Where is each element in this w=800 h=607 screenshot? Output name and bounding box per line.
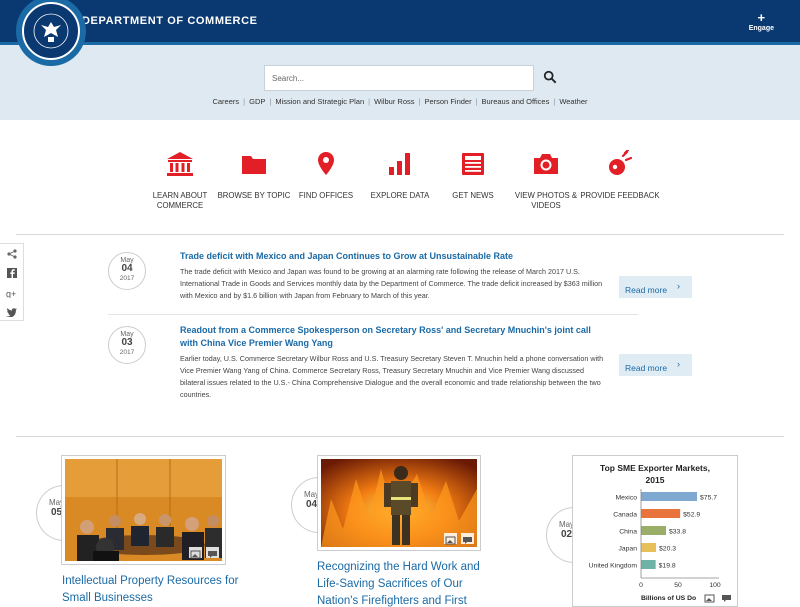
engage-label: Engage — [748, 25, 774, 32]
chart-bar — [641, 526, 667, 535]
chart-bar — [641, 560, 656, 569]
nav-label: FIND OFFICES — [298, 191, 354, 200]
search-input[interactable] — [264, 65, 534, 91]
comment-icon — [461, 533, 474, 544]
news-summary: Earlier today, U.S. Commerce Secretary W… — [180, 354, 604, 399]
chart-category-label: Japan — [618, 546, 637, 553]
media-type-icons — [189, 547, 219, 559]
chart-card-image[interactable]: Top SME Exporter Markets, 2015 Mexico $75… — [572, 455, 738, 607]
exporter-markets-chart: Top SME Exporter Markets, 2015 Mexico $75… — [573, 456, 737, 606]
nav-browse-topic[interactable]: BROWSE BY TOPIC — [214, 150, 294, 201]
quicklink-careers[interactable]: Careers — [208, 97, 243, 106]
nav-find-offices[interactable]: FIND OFFICES — [286, 150, 366, 201]
meeting-image — [65, 459, 222, 561]
search-icon — [543, 70, 557, 84]
chart-bar — [641, 509, 681, 518]
facebook-icon — [6, 268, 17, 279]
chart-bar — [641, 543, 657, 552]
chart-x-axis-label: Billions of US Do — [641, 595, 696, 602]
nav-label: LEARN ABOUT COMMERCE — [152, 191, 208, 210]
photo-icon — [703, 591, 716, 603]
plus-icon: + — [757, 10, 766, 25]
engage-button[interactable]: + Engage — [748, 10, 774, 32]
chart-x-tick-label: 0 — [639, 582, 643, 589]
nav-get-news[interactable]: GET NEWS — [433, 150, 513, 201]
media-type-icons — [703, 591, 733, 603]
divider — [16, 436, 784, 437]
folder-icon — [242, 156, 266, 174]
nav-label: VIEW PHOTOS & VIDEOS — [514, 191, 578, 210]
chart-category-label: China — [619, 529, 637, 536]
search-band: Careers|GDP|Mission and Strategic Plan|W… — [0, 45, 800, 120]
eagle-icon — [33, 13, 69, 49]
nav-explore-data[interactable]: EXPLORE DATA — [360, 150, 440, 201]
svg-text:g+: g+ — [6, 289, 16, 298]
chart-value-label: $52.9 — [683, 512, 700, 519]
google-plus-share[interactable]: g+ — [0, 283, 23, 303]
quicklink-weather[interactable]: Weather — [555, 97, 591, 106]
quick-links: Careers | GDP | Mission and Strategic Plan | W… — [0, 97, 800, 106]
chart-value-label: $75.7 — [700, 495, 717, 502]
share-bar: g+ — [0, 243, 24, 321]
search-button[interactable] — [542, 70, 558, 86]
news-divider — [108, 314, 638, 315]
facebook-share[interactable] — [0, 264, 23, 284]
comment-icon — [206, 547, 219, 558]
building-icon — [167, 152, 193, 176]
quicklink-mission[interactable]: Mission and Strategic Plan — [271, 97, 368, 106]
chart-title-line-1: Top SME Exporter Markets, — [600, 463, 710, 473]
chevron-right-icon: › — [677, 281, 680, 291]
share-icon — [6, 249, 17, 259]
chevron-right-icon: › — [677, 359, 680, 369]
card-title-link[interactable]: Recognizing the Hard Work and Life-Savin… — [317, 559, 497, 607]
media-type-icons — [444, 533, 474, 545]
share-button[interactable] — [0, 244, 23, 264]
chart-bar — [641, 492, 698, 501]
divider — [16, 234, 784, 235]
newspaper-icon — [462, 153, 484, 175]
chart-value-label: $33.8 — [669, 529, 686, 536]
nav-label: PROVIDE FEEDBACK — [580, 191, 660, 200]
quicklink-gdp[interactable]: GDP — [245, 97, 269, 106]
megaphone-icon — [609, 150, 633, 175]
chart-title-line-2: 2015 — [646, 475, 665, 485]
nav-provide-feedback[interactable]: PROVIDE FEEDBACK — [580, 150, 660, 201]
chart-value-label: $19.8 — [659, 563, 676, 570]
quicklink-bureaus[interactable]: Bureaus and Offices — [478, 97, 554, 106]
comment-icon — [720, 591, 733, 602]
meeting-photo[interactable] — [61, 455, 226, 565]
quicklink-person-finder[interactable]: Person Finder — [420, 97, 475, 106]
news-date-badge: May 04 2017 — [108, 252, 146, 290]
twitter-share[interactable] — [0, 303, 23, 323]
news-title-link[interactable]: Trade deficit with Mexico and Japan Cont… — [180, 250, 610, 263]
nav-label: GET NEWS — [452, 191, 494, 200]
chart-x-tick-label: 50 — [674, 582, 682, 589]
chart-category-label: Mexico — [615, 495, 637, 502]
card-title-link[interactable]: Intellectual Property Resources for Smal… — [62, 573, 242, 607]
read-more-button[interactable]: Read more › — [619, 354, 692, 376]
quicklink-wilbur-ross[interactable]: Wilbur Ross — [370, 97, 418, 106]
read-more-button[interactable]: Read more › — [619, 276, 692, 298]
news-date-badge: May 03 2017 — [108, 326, 146, 364]
news-title-link[interactable]: Readout from a Commerce Spokesperson on … — [180, 324, 610, 350]
site-title[interactable]: DEPARTMENT OF COMMERCE — [82, 15, 258, 27]
news-summary: The trade deficit with Mexico and Japan … — [180, 267, 603, 300]
chart-category-label: United Kingdom — [589, 563, 638, 570]
icon-nav: LEARN ABOUT COMMERCE BROWSE BY TOPIC FIN… — [144, 150, 664, 220]
nav-learn-about[interactable]: LEARN ABOUT COMMERCE — [140, 150, 220, 211]
firefighter-photo[interactable] — [317, 455, 481, 551]
bar-chart-icon — [389, 153, 410, 175]
photo-icon — [189, 547, 202, 559]
chart-value-label: $20.3 — [659, 546, 676, 553]
nav-label: BROWSE BY TOPIC — [217, 191, 291, 200]
twitter-icon — [6, 307, 17, 317]
map-pin-icon — [318, 152, 334, 175]
photo-icon — [444, 533, 457, 545]
chart-x-tick-label: 100 — [709, 582, 721, 589]
camera-icon — [534, 154, 558, 174]
chart-category-label: Canada — [613, 512, 637, 519]
nav-label: EXPLORE DATA — [370, 191, 430, 200]
nav-photos-videos[interactable]: VIEW PHOTOS & VIDEOS — [506, 150, 586, 211]
google-plus-icon: g+ — [6, 289, 16, 298]
